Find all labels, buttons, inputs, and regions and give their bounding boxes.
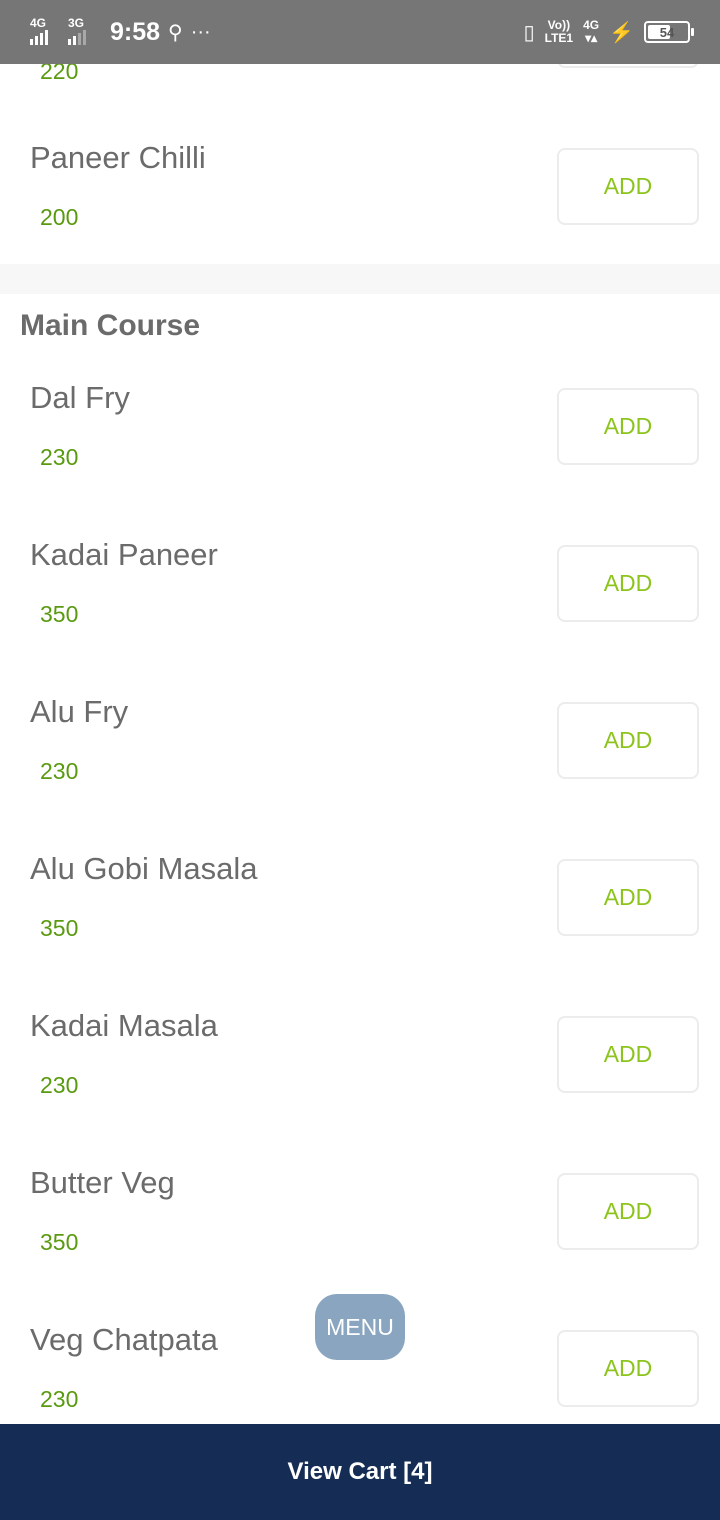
item-name: Dal Fry	[30, 380, 130, 415]
item-price: 350	[40, 601, 79, 627]
menu-list: 220 Paneer Chilli 200 ADD Main Course Da…	[0, 0, 720, 1424]
item-name: Butter Veg	[30, 1165, 175, 1200]
menu-button[interactable]: MENU	[315, 1294, 405, 1360]
item-name: Alu Gobi Masala	[30, 851, 258, 886]
add-button[interactable]: ADD	[557, 1173, 699, 1250]
item-name: Kadai Masala	[30, 1008, 218, 1043]
signal-4g-icon: 4G	[30, 17, 60, 47]
add-button[interactable]: ADD	[557, 388, 699, 465]
add-button[interactable]: ADD	[557, 1016, 699, 1093]
battery-icon: 54	[644, 21, 694, 43]
add-button[interactable]: ADD	[557, 859, 699, 936]
signal-3g-icon: 3G	[68, 17, 98, 47]
section-title: Main Course	[20, 309, 201, 342]
item-price: 230	[40, 444, 79, 470]
add-button[interactable]: ADD	[557, 148, 699, 225]
add-button[interactable]: ADD	[557, 545, 699, 622]
add-button[interactable]: ADD	[557, 702, 699, 779]
more-notifications-icon: ···	[190, 20, 211, 43]
item-price: 230	[40, 1386, 79, 1412]
section-divider	[0, 264, 720, 294]
item-price: 200	[40, 204, 79, 230]
item-price: 230	[40, 758, 79, 784]
item-name: Kadai Paneer	[30, 537, 218, 572]
list-item: Alu Fry 230 ADD	[0, 694, 720, 851]
list-item: Alu Gobi Masala 350 ADD	[0, 851, 720, 1008]
volte-indicator: Vo)) LTE1	[544, 18, 574, 45]
usb-icon: ⚲	[168, 21, 183, 44]
item-price: 230	[40, 1072, 79, 1098]
item-price: 350	[40, 915, 79, 941]
view-cart-button[interactable]: View Cart [4]	[0, 1424, 720, 1520]
add-button[interactable]: ADD	[557, 1330, 699, 1407]
list-item: Kadai Paneer 350 ADD	[0, 537, 720, 694]
list-item: Kadai Masala 230 ADD	[0, 1008, 720, 1165]
charging-icon: ⚡	[609, 21, 634, 44]
vibrate-icon: ▯	[523, 21, 535, 44]
clock: 9:58	[110, 17, 161, 46]
item-name: Alu Fry	[30, 694, 129, 729]
status-bar: 4G 3G 9:58 ⚲ ··· ▯ Vo)) LTE1 4G ▾▴ ⚡ 54	[0, 0, 720, 64]
data-4g-icon: 4G ▾▴	[583, 18, 600, 45]
item-name: Paneer Chilli	[30, 140, 206, 175]
item-price: 350	[40, 1229, 79, 1255]
list-item: Dal Fry 230 ADD	[0, 380, 720, 537]
item-name: Veg Chatpata	[30, 1322, 218, 1357]
